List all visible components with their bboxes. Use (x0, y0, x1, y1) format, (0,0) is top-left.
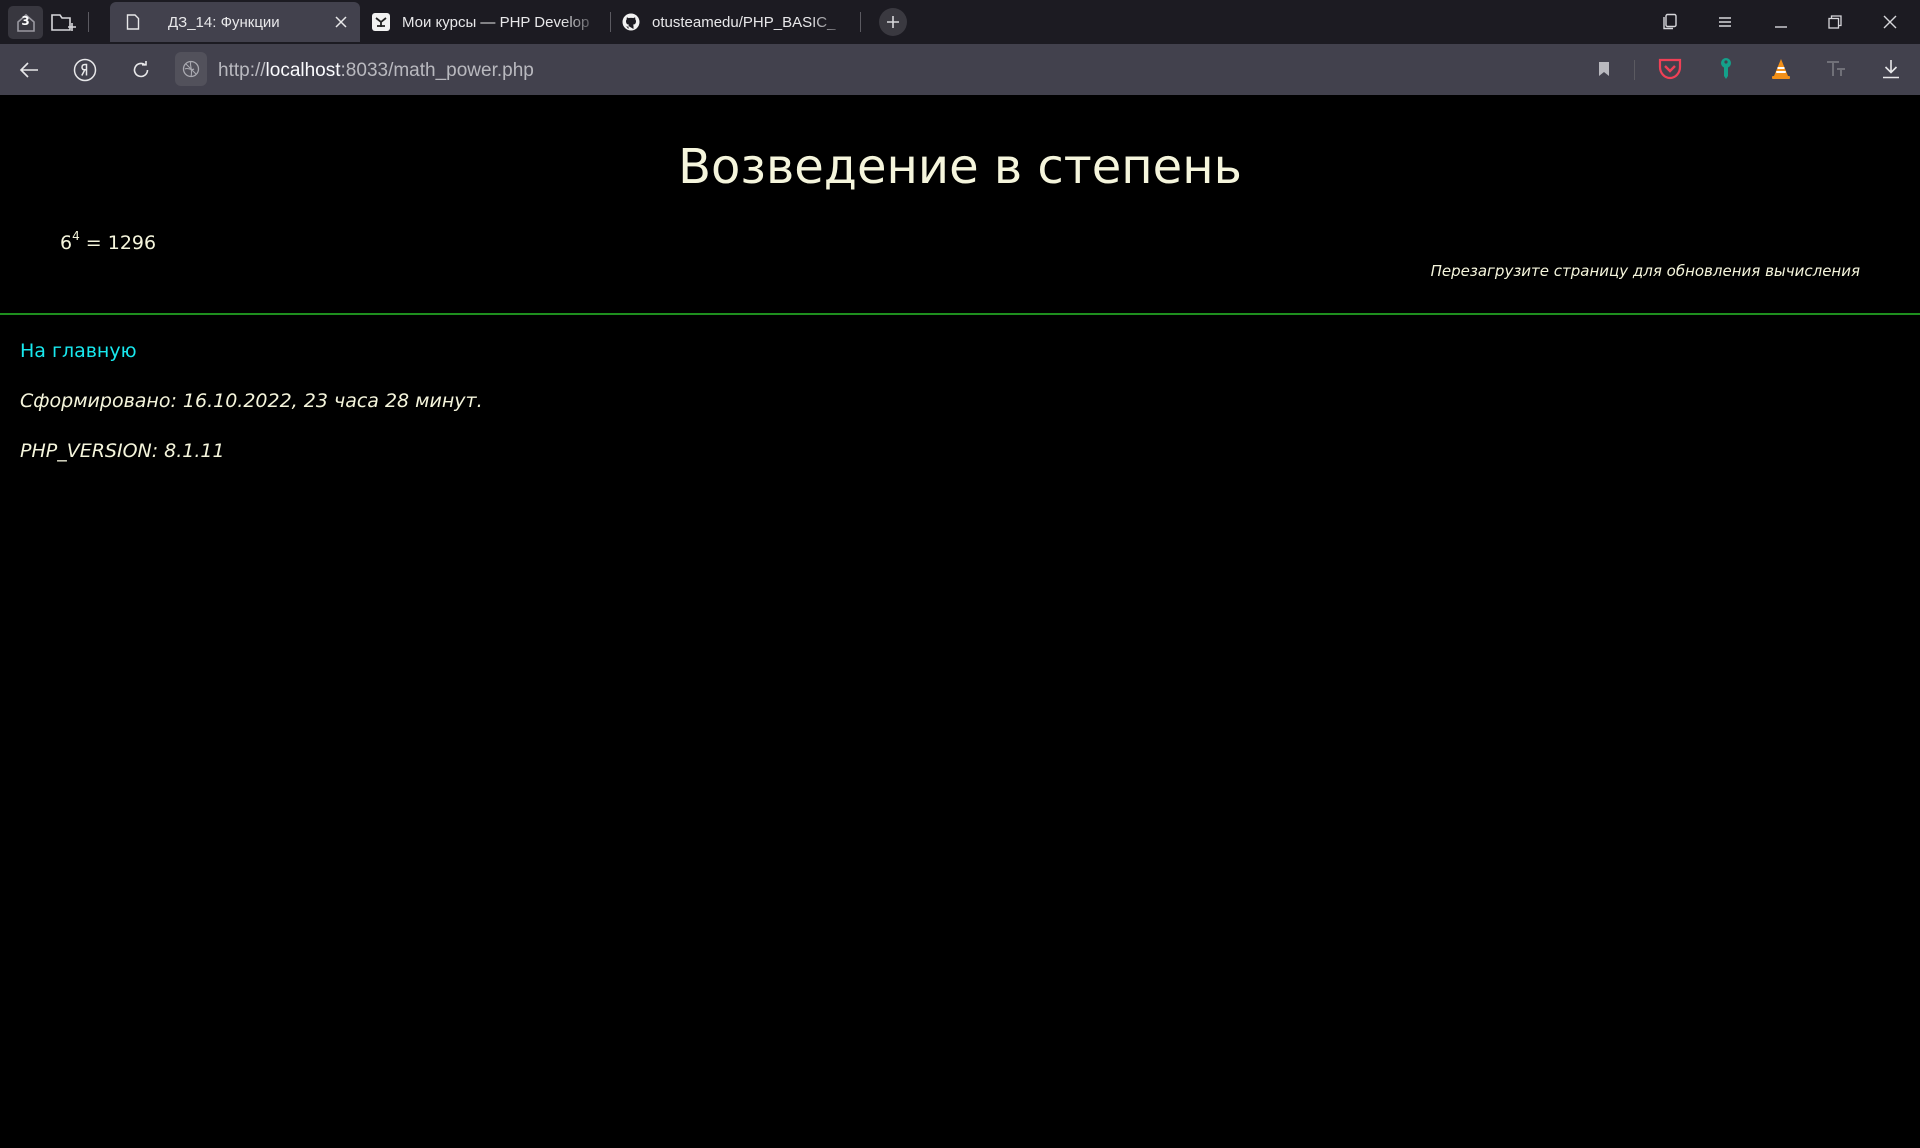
yandex-icon (73, 58, 97, 82)
reload-button[interactable] (126, 55, 156, 85)
folder-add-icon (51, 14, 76, 31)
bookmark-button[interactable] (1592, 56, 1616, 82)
php-version: PHP_VERSION: 8.1.11 (20, 440, 225, 462)
translate-button[interactable] (1821, 55, 1851, 83)
bookmark-icon (1599, 62, 1609, 76)
github-icon (622, 13, 640, 31)
page-title: Возведение в степень (678, 139, 1242, 195)
restore-button[interactable] (1822, 10, 1848, 34)
url-path: :8033/math_power.php (340, 60, 534, 81)
address-bar[interactable]: http://localhost:8033/math_power.php (175, 52, 1575, 86)
tab-title: Мои курсы — PHP Develop (402, 13, 590, 31)
formula-base: 6 (60, 232, 73, 254)
tab-count: 3 (21, 14, 30, 28)
tab-title: ДЗ_14: Функции (168, 13, 280, 31)
close-tab-icon[interactable] (332, 13, 350, 31)
tab-strip: 3 ДЗ_14: Функции Мои курсы — PHP Develop (0, 0, 1920, 44)
restore-icon (1828, 15, 1842, 29)
key-icon (1721, 58, 1731, 79)
toolbar-separator (1634, 60, 1635, 80)
tab-groups-button[interactable]: 3 (8, 6, 43, 39)
tab-separator (610, 12, 611, 32)
reload-icon (133, 61, 149, 78)
otus-icon (372, 13, 390, 31)
close-window-button[interactable] (1877, 10, 1903, 34)
password-manager-button[interactable] (1712, 54, 1740, 84)
minimize-button[interactable] (1768, 10, 1794, 34)
pocket-button[interactable] (1655, 55, 1685, 83)
translate-icon (1827, 61, 1845, 76)
close-icon (1883, 15, 1897, 29)
collections-icon (1663, 13, 1677, 30)
downloads-button[interactable] (1876, 55, 1906, 83)
divider (0, 313, 1920, 315)
vlc-icon (1772, 59, 1790, 79)
tab-github-repo[interactable]: otusteamedu/PHP_BASIC_ (622, 2, 850, 42)
generated-timestamp: Сформировано: 16.10.2022, 23 часа 28 мин… (20, 390, 483, 412)
new-tab-button[interactable] (879, 8, 907, 36)
globe-icon (182, 60, 200, 78)
pocket-icon (1658, 58, 1682, 80)
vlc-extension-button[interactable] (1766, 55, 1796, 83)
new-tab-group-button[interactable] (49, 10, 79, 34)
tab-title: otusteamedu/PHP_BASIC_ (652, 13, 836, 31)
site-info-button[interactable] (175, 52, 207, 86)
plus-icon (887, 16, 899, 28)
reload-hint: Перезагрузите страницу для обновления вы… (1430, 262, 1860, 280)
tab-dz14[interactable]: ДЗ_14: Функции (110, 2, 360, 42)
download-icon (1883, 60, 1899, 79)
formula-result: = 1296 (85, 232, 157, 254)
hamburger-icon (1719, 17, 1731, 27)
formula-exponent: 4 (72, 229, 80, 243)
tab-separator (860, 12, 861, 32)
url-scheme: http:// (218, 60, 266, 81)
yandex-button[interactable] (70, 55, 100, 85)
arrow-left-icon (19, 62, 38, 78)
back-button[interactable] (14, 56, 44, 84)
power-result: 64 = 1296 (60, 229, 156, 254)
navigation-bar: http://localhost:8033/math_power.php (0, 44, 1920, 95)
home-link[interactable]: На главную (20, 340, 137, 362)
tab-separator (88, 12, 89, 32)
menu-button[interactable] (1712, 10, 1738, 34)
collections-button[interactable] (1656, 10, 1684, 34)
document-icon (124, 13, 142, 31)
url-host: localhost (265, 60, 341, 81)
tab-otus-courses[interactable]: Мои курсы — PHP Develop (372, 2, 602, 42)
minimize-icon (1775, 26, 1787, 28)
url-text[interactable]: http://localhost:8033/math_power.php (218, 60, 534, 82)
